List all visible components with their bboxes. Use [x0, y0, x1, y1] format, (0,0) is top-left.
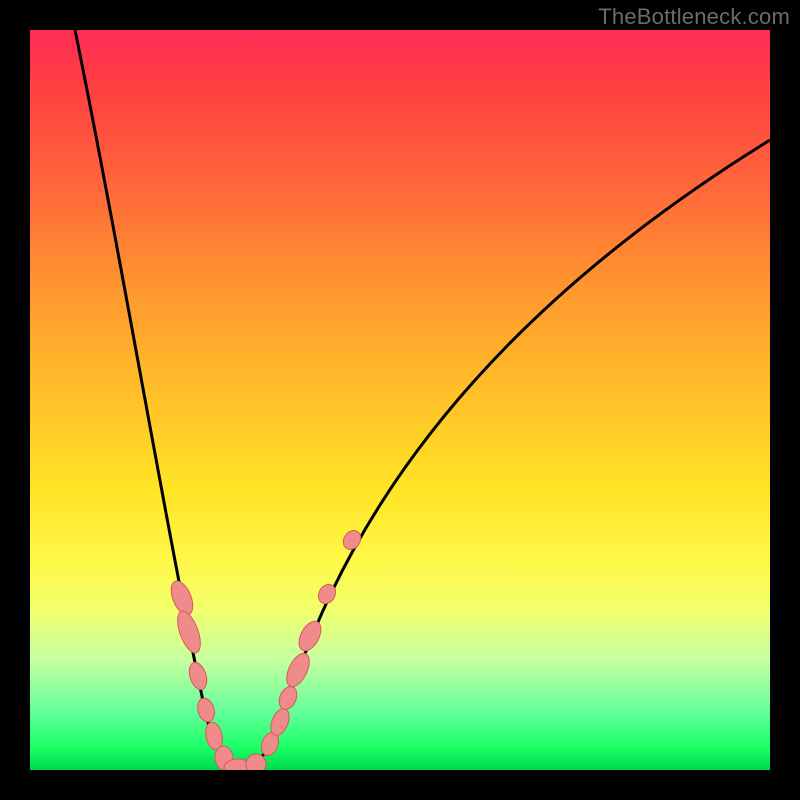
watermark-label: TheBottleneck.com — [598, 4, 790, 30]
marker — [340, 527, 364, 553]
marker-group — [167, 527, 364, 770]
bottleneck-curve — [75, 30, 770, 770]
marker — [186, 660, 210, 692]
marker — [195, 696, 217, 723]
curve-svg — [30, 30, 770, 770]
marker — [276, 684, 300, 712]
marker — [173, 608, 205, 656]
marker — [282, 650, 314, 690]
chart-frame: TheBottleneck.com — [0, 0, 800, 800]
marker — [295, 618, 326, 655]
plot-area — [30, 30, 770, 770]
